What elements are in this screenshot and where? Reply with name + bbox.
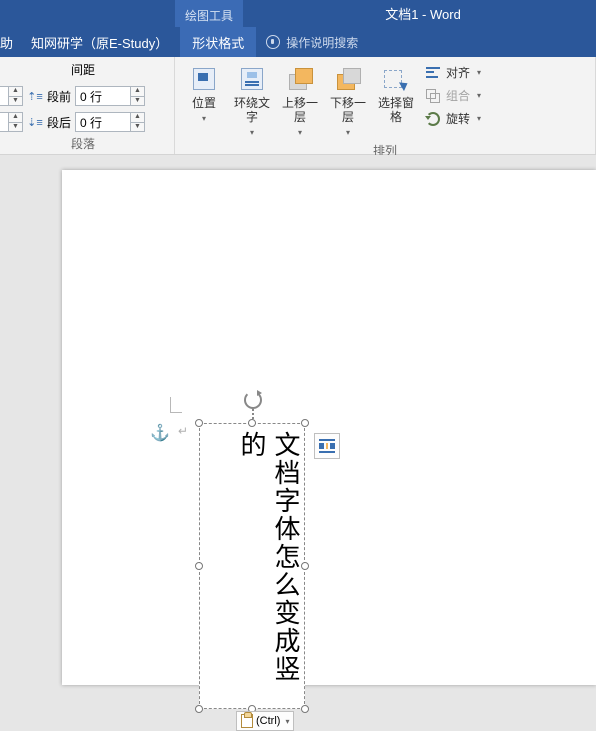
group-objects-button[interactable]: 组合▾ [423, 86, 483, 105]
lightbulb-icon [266, 35, 280, 49]
position-button[interactable]: 位置▾ [183, 61, 225, 126]
align-icon [426, 66, 440, 80]
send-backward-button[interactable]: 下移一层▾ [327, 61, 369, 140]
tab-zhiwang[interactable]: 知网研学（原E-Study） [19, 27, 180, 57]
indent-left-spinner[interactable]: ▲▼ [0, 86, 23, 106]
spin-buttons[interactable]: ▲▼ [9, 86, 23, 106]
wrap-text-icon [241, 68, 263, 90]
spin-buttons[interactable]: ▲▼ [131, 86, 145, 106]
chevron-down-icon: ▾ [285, 717, 289, 726]
spacing-heading: 间距 [0, 61, 166, 80]
tab-shape-format[interactable]: 形状格式 [180, 27, 256, 57]
row-space-before: ▲▼ ⇡≡ 段前 ▲▼ [0, 86, 145, 106]
contextual-tab-label: 绘图工具 [175, 0, 243, 27]
row-space-after: ▲▼ ⇣≡ 段后 ▲▼ [0, 112, 145, 132]
space-after-spinner[interactable]: ▲▼ [75, 112, 145, 132]
indent-left-input[interactable] [0, 86, 9, 106]
selection-pane-icon [384, 68, 408, 90]
workspace[interactable]: ⚓ ↵ 文档字体怎么变成竖的 (Ctrl) ▾ [0, 155, 596, 685]
send-backward-icon [337, 68, 359, 90]
group-label-paragraph: 段落 [0, 133, 166, 152]
space-after-label: 段后 [47, 114, 71, 131]
group-arrange: 位置▾ 环绕文字▾ 上移一层▾ 下移一层▾ 选择窗格 对齐▾ [175, 57, 596, 154]
tell-me-search[interactable]: 操作说明搜索 [256, 27, 368, 57]
title-bar: 绘图工具 文档1 - Word [0, 0, 596, 27]
space-before-spinner[interactable]: ▲▼ [75, 86, 145, 106]
document-title: 文档1 - Word [0, 4, 596, 23]
paragraph-mark: ↵ [178, 424, 188, 438]
tell-me-label: 操作说明搜索 [286, 34, 358, 51]
bring-forward-button[interactable]: 上移一层▾ [279, 61, 321, 140]
wrap-text-button[interactable]: 环绕文字▾ [231, 61, 273, 140]
space-after-icon: ⇣≡ [27, 114, 43, 130]
vertical-text-content[interactable]: 文档字体怎么变成竖的 [234, 431, 302, 685]
spin-buttons[interactable]: ▲▼ [131, 112, 145, 132]
group-icon [426, 89, 440, 103]
document-page[interactable] [62, 170, 596, 685]
tab-help[interactable]: 助 [0, 27, 19, 57]
resize-handle-sw[interactable] [195, 705, 203, 713]
rotation-handle[interactable] [244, 391, 262, 409]
position-icon [193, 68, 215, 90]
margin-corner-mark [170, 397, 182, 413]
resize-handle-w[interactable] [195, 562, 203, 570]
anchor-icon: ⚓ [150, 423, 170, 443]
resize-handle-n[interactable] [248, 419, 256, 427]
rotate-icon [426, 112, 440, 126]
resize-handle-nw[interactable] [195, 419, 203, 427]
resize-handle-se[interactable] [301, 705, 309, 713]
group-paragraph: 间距 ▲▼ ⇡≡ 段前 ▲▼ ▲▼ ⇣≡ 段后 [0, 57, 175, 154]
indent-right-input[interactable] [0, 112, 9, 132]
paste-options-label: (Ctrl) [256, 715, 280, 727]
layout-options-button[interactable] [314, 433, 340, 459]
bring-forward-icon [289, 68, 311, 90]
selection-pane-button[interactable]: 选择窗格 [375, 61, 417, 124]
layout-options-icon [319, 439, 335, 453]
space-before-icon: ⇡≡ [27, 88, 43, 104]
resize-handle-ne[interactable] [301, 419, 309, 427]
paste-options-button[interactable]: (Ctrl) ▾ [236, 711, 294, 731]
space-before-input[interactable] [75, 86, 131, 106]
indent-right-spinner[interactable]: ▲▼ [0, 112, 23, 132]
resize-handle-e[interactable] [301, 562, 309, 570]
clipboard-icon [241, 714, 253, 728]
align-button[interactable]: 对齐▾ [423, 63, 483, 82]
rotate-button[interactable]: 旋转▾ [423, 109, 483, 128]
ribbon: 间距 ▲▼ ⇡≡ 段前 ▲▼ ▲▼ ⇣≡ 段后 [0, 57, 596, 155]
spin-buttons[interactable]: ▲▼ [9, 112, 23, 132]
space-after-input[interactable] [75, 112, 131, 132]
ribbon-tabs: 助 知网研学（原E-Study） 形状格式 操作说明搜索 [0, 27, 596, 57]
space-before-label: 段前 [47, 88, 71, 105]
